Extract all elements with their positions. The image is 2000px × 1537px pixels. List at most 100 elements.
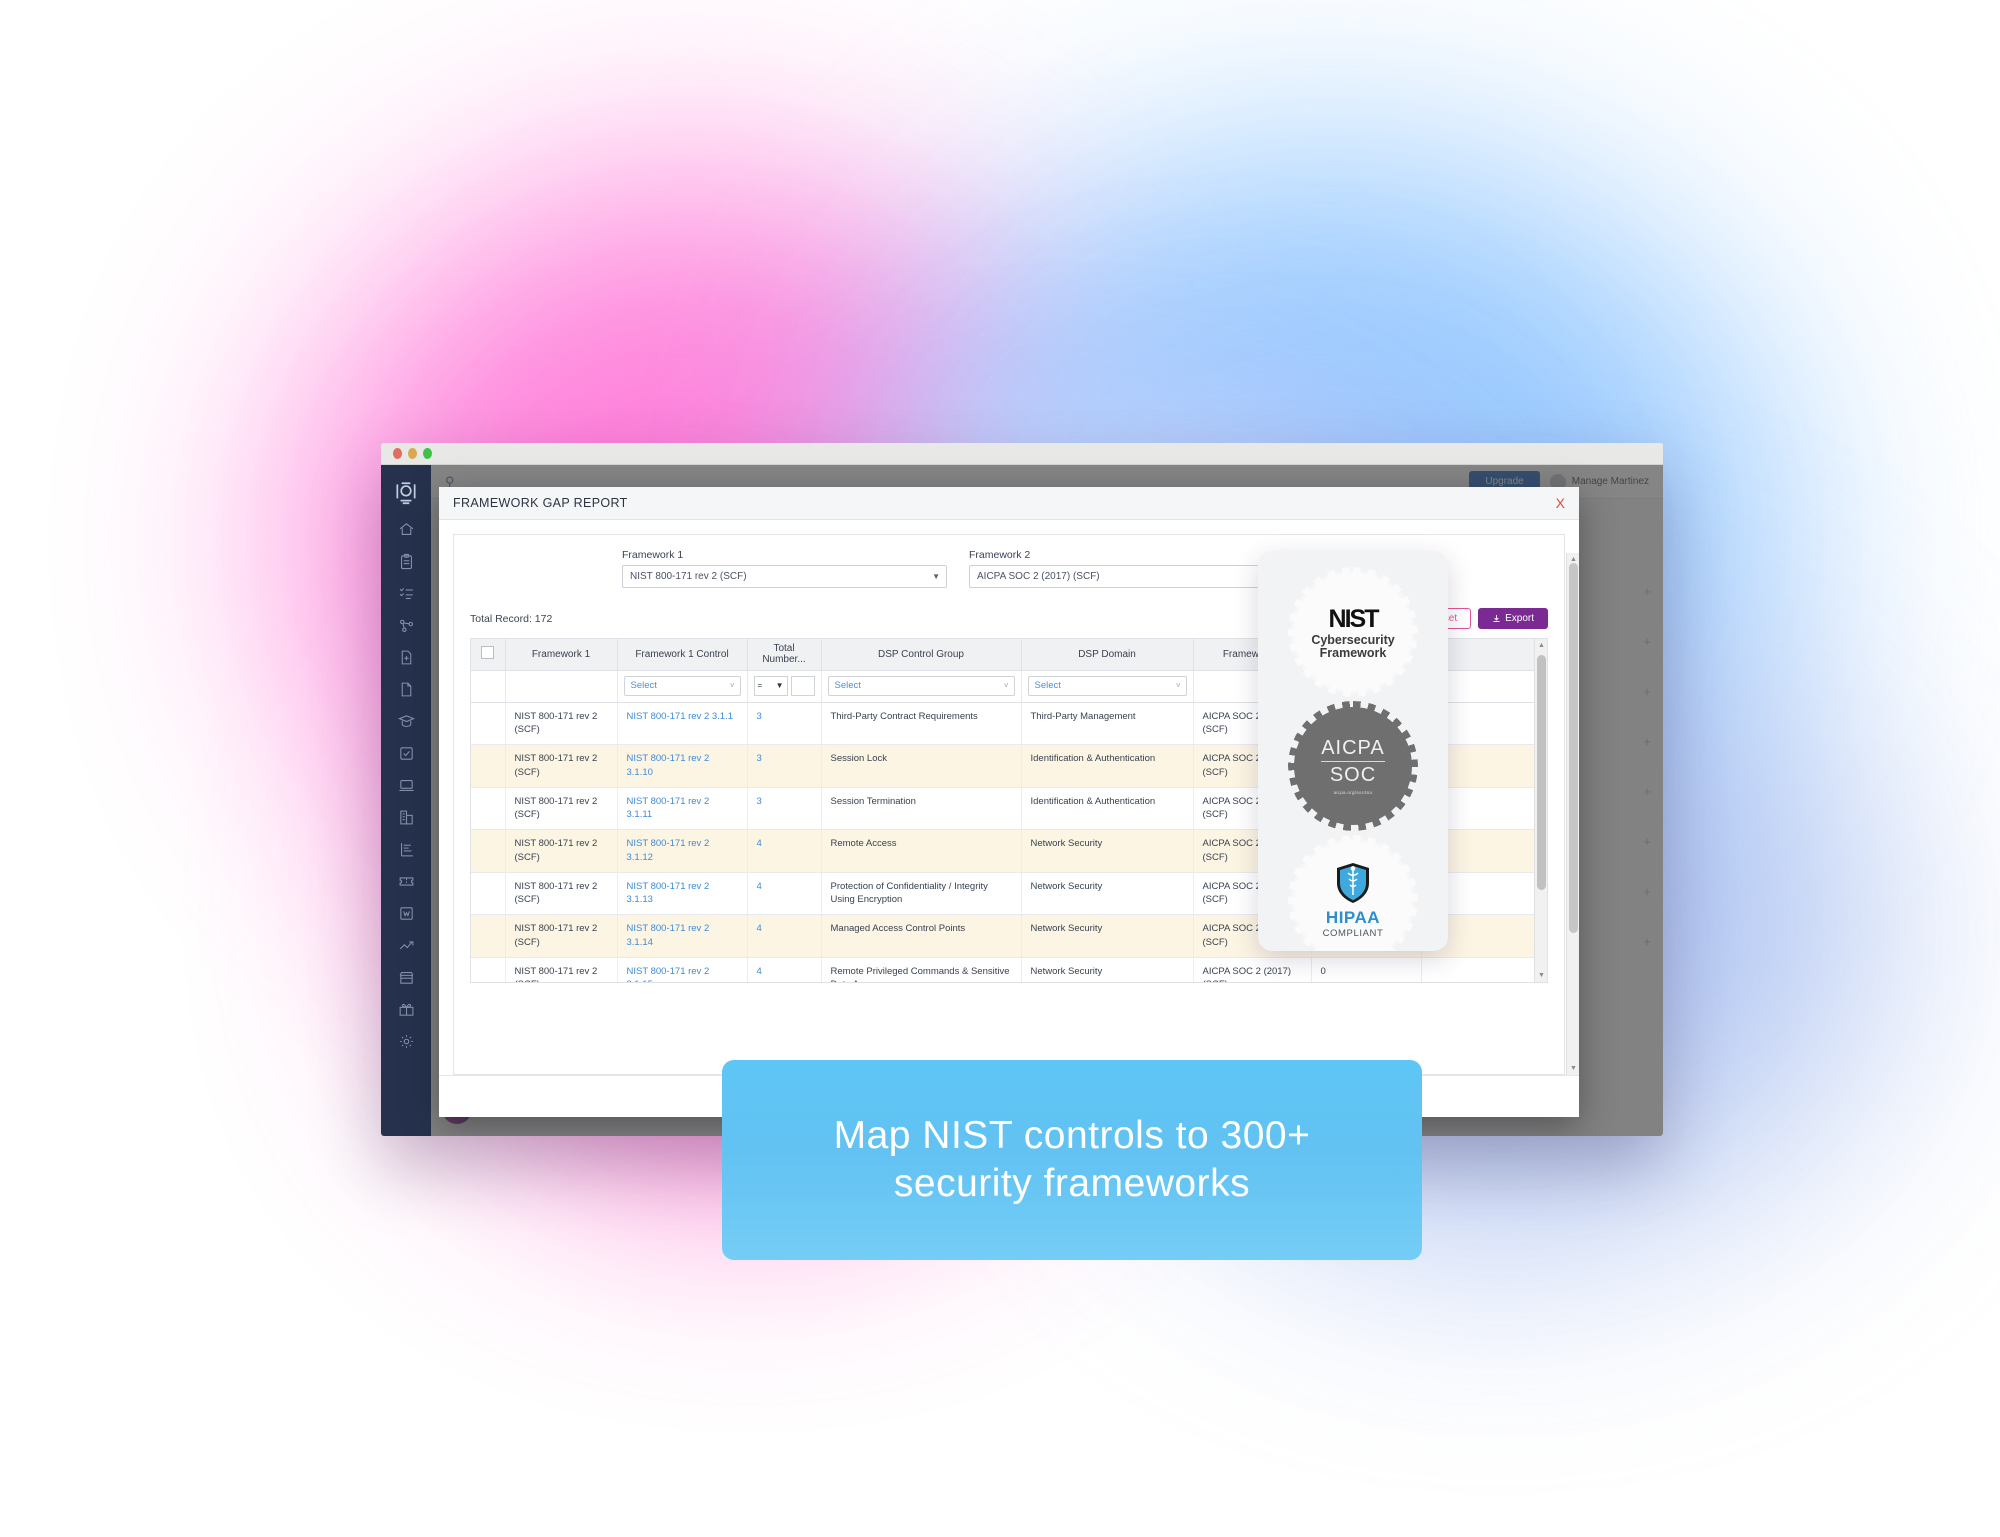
sidebar-item-settings[interactable] (382, 1025, 430, 1057)
row-checkbox[interactable] (480, 752, 492, 764)
table-vertical-scrollbar[interactable]: ▲ ▼ (1534, 639, 1547, 982)
window-minimize-button[interactable] (408, 448, 417, 459)
sidebar-item-ticket[interactable] (382, 865, 430, 897)
download-icon (1493, 615, 1500, 622)
cell-fw1: NIST 800-171 rev 2 (SCF) (505, 829, 618, 873)
chevron-down-icon: ˅ (729, 680, 735, 690)
modal-header: FRAMEWORK GAP REPORT X (439, 487, 1579, 520)
sidebar-item-home[interactable] (382, 513, 430, 545)
sidebar-item-graduation-cap[interactable] (382, 705, 430, 737)
soc-label: SOC (1329, 764, 1377, 786)
table-header-dspg[interactable]: DSP Control Group (821, 639, 1022, 671)
framework-1-control-filter[interactable]: Select ˅ (623, 675, 741, 696)
sidebar-item-clipboard[interactable] (382, 545, 430, 577)
row-checkbox[interactable] (480, 710, 492, 722)
total-number-input[interactable] (790, 675, 815, 696)
dsp-domain-filter[interactable]: Select ˅ (1027, 675, 1187, 696)
caption-line-2: security frameworks (893, 1162, 1251, 1205)
sidebar-item-share-nodes[interactable] (382, 609, 430, 641)
window-close-button[interactable] (393, 448, 402, 459)
cell-dspd: Network Security (1021, 957, 1194, 982)
select-all-checkbox[interactable] (481, 646, 495, 660)
scrollbar-thumb[interactable] (1537, 655, 1546, 890)
framework-2-select[interactable]: AICPA SOC 2 (2017) (SCF) ▼ (969, 565, 1294, 588)
framework-2-label: Framework 2 (969, 549, 1031, 561)
cell-check (471, 914, 506, 958)
sidebar-item-laptop[interactable] (382, 769, 430, 801)
scroll-up-icon[interactable]: ▲ (1538, 642, 1545, 649)
filter-cell-dspg: Select ˅ (821, 670, 1022, 703)
cell-fw1c[interactable]: NIST 800-171 rev 2 3.1.1 (617, 702, 748, 746)
cell-fw1c[interactable]: NIST 800-171 rev 2 3.1.14 (617, 914, 748, 958)
filter-cell-check (471, 670, 506, 703)
scrollbar-thumb[interactable] (1569, 563, 1578, 933)
application-body: ⚲ Upgrade Manage Martinez In M M S + + +… (381, 465, 1663, 1136)
sidebar-item-trending-up[interactable] (382, 929, 430, 961)
row-checkbox[interactable] (480, 880, 492, 892)
cell-fw1c[interactable]: NIST 800-171 rev 2 3.1.15 (617, 957, 748, 982)
sidebar-item-report[interactable] (382, 833, 430, 865)
sidebar-item-wiki[interactable] (382, 897, 430, 929)
framework-1-group: Framework 1 NIST 800-171 rev 2 (SCF) ▼ (622, 549, 947, 588)
table-header-total[interactable]: Total Number... (747, 639, 822, 671)
table-row[interactable]: NIST 800-171 rev 2 (SCF)NIST 800-171 rev… (471, 957, 1547, 982)
cell-dspg: Protection of Confidentiality / Integrit… (821, 872, 1022, 916)
modal-title: FRAMEWORK GAP REPORT (453, 496, 628, 510)
cell-check (471, 702, 506, 746)
cell-fw1c[interactable]: NIST 800-171 rev 2 3.1.13 (617, 872, 748, 916)
cell-dspd: Identification & Authentication (1021, 787, 1194, 831)
cell-check (471, 872, 506, 916)
cell-fw1c[interactable]: NIST 800-171 rev 2 3.1.10 (617, 744, 748, 788)
table-header-dspd[interactable]: DSP Domain (1021, 639, 1194, 671)
operator-value: = (757, 680, 763, 690)
dsp-control-group-filter[interactable]: Select ˅ (827, 675, 1015, 696)
table-header-check[interactable] (471, 639, 506, 671)
cell-total: 4 (747, 914, 822, 958)
row-checkbox[interactable] (480, 795, 492, 807)
total-number-filter[interactable]: = ▼ (753, 675, 815, 696)
row-checkbox[interactable] (480, 837, 492, 849)
sidebar-item-storefront[interactable] (382, 961, 430, 993)
row-checkbox[interactable] (480, 922, 492, 934)
hipaa-label: HIPAA (1325, 908, 1381, 927)
cell-total: 4 (747, 829, 822, 873)
scroll-down-icon[interactable]: ▼ (1538, 972, 1545, 979)
cell-fw2c: 0 (1311, 957, 1422, 982)
table-header-fw1c[interactable]: Framework 1 Control (617, 639, 748, 671)
export-button[interactable]: Export (1478, 608, 1548, 629)
modal-vertical-scrollbar[interactable]: ▲ ▼ (1566, 553, 1579, 1075)
certification-badges-card: NIST Cybersecurity Framework AICPA SOC a… (1258, 551, 1448, 951)
filter-cell-fw1 (505, 670, 618, 703)
sidebar-item-gift[interactable] (382, 993, 430, 1025)
framework-1-select[interactable]: NIST 800-171 rev 2 (SCF) ▼ (622, 565, 947, 588)
cell-check (471, 787, 506, 831)
sidebar-item-building[interactable] (382, 801, 430, 833)
filter-cell-total: = ▼ (747, 670, 822, 703)
sidebar-item-check-square[interactable] (382, 737, 430, 769)
scroll-down-icon[interactable]: ▼ (1570, 1065, 1577, 1072)
filter-placeholder: Select (834, 679, 861, 691)
cell-total: 3 (747, 702, 822, 746)
row-checkbox[interactable] (480, 965, 492, 977)
caduceus-shield-icon (1337, 863, 1369, 903)
table-header-fw1[interactable]: Framework 1 (505, 639, 618, 671)
cell-fw1c[interactable]: NIST 800-171 rev 2 3.1.12 (617, 829, 748, 873)
scroll-up-icon[interactable]: ▲ (1570, 556, 1577, 563)
cell-fw1: NIST 800-171 rev 2 (SCF) (505, 872, 618, 916)
framework-2-value: AICPA SOC 2 (2017) (SCF) (977, 571, 1100, 582)
sidebar-item-file[interactable] (382, 673, 430, 705)
total-number-operator[interactable]: = ▼ (753, 675, 788, 696)
app-main-area: ⚲ Upgrade Manage Martinez In M M S + + +… (431, 465, 1663, 1136)
cell-fw1c[interactable]: NIST 800-171 rev 2 3.1.11 (617, 787, 748, 831)
sidebar-item-file-plus[interactable] (382, 641, 430, 673)
cell-dspg: Session Termination (821, 787, 1022, 831)
caption-line-1: Map NIST controls to 300+ (833, 1114, 1311, 1158)
cell-fw1: NIST 800-171 rev 2 (SCF) (505, 702, 618, 746)
cell-total: 3 (747, 744, 822, 788)
window-zoom-button[interactable] (423, 448, 432, 459)
cell-fw2: AICPA SOC 2 (2017) (SCF) (1193, 957, 1312, 982)
cell-check (471, 957, 506, 982)
sidebar-item-checklist[interactable] (382, 577, 430, 609)
browser-window: ⚲ Upgrade Manage Martinez In M M S + + +… (381, 443, 1663, 1136)
close-icon[interactable]: X (1556, 495, 1565, 511)
